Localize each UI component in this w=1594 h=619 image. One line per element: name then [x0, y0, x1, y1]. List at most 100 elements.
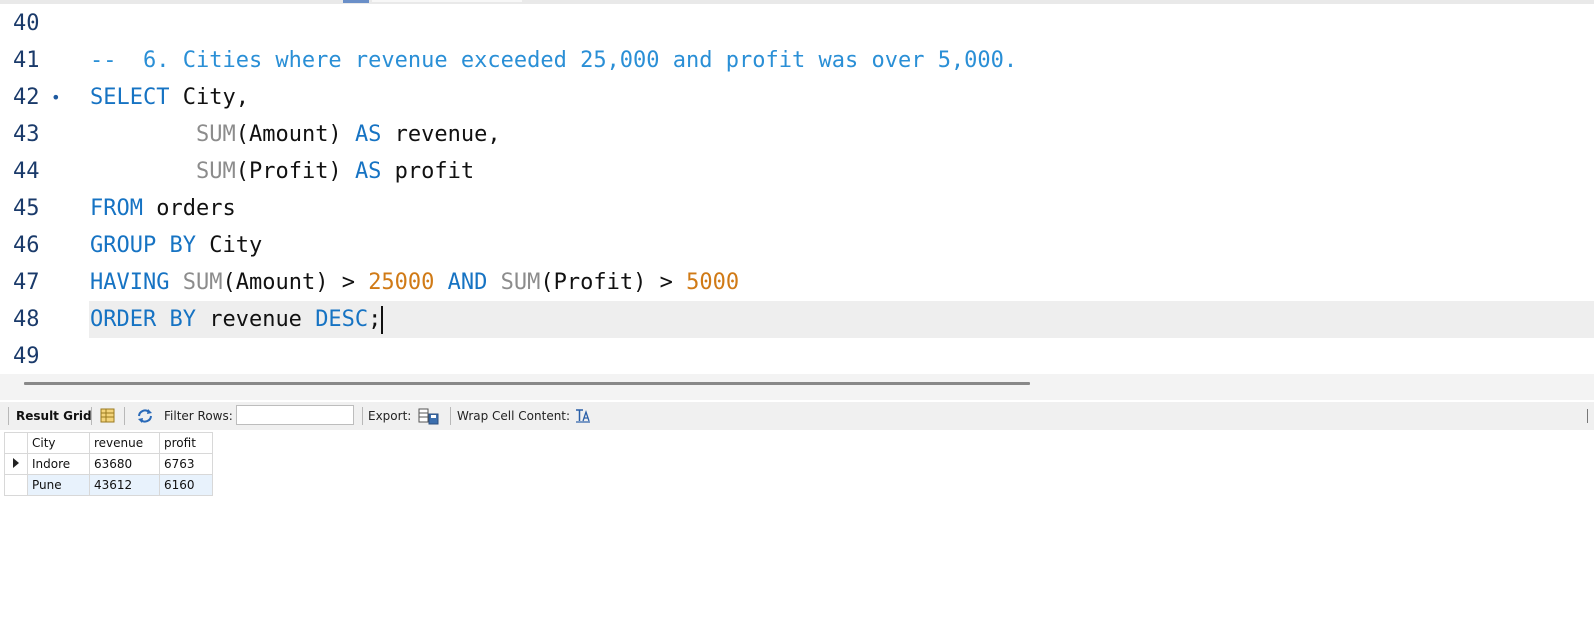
code-token: GROUP BY	[90, 233, 196, 258]
export-icon[interactable]	[418, 408, 439, 425]
code-token: SELECT	[90, 85, 170, 110]
code-token: orders	[142, 196, 236, 221]
result-grid: City revenue profit Indore 63680 6763 Pu…	[4, 432, 213, 496]
code-token: revenue,	[381, 122, 501, 147]
filter-rows-label: Filter Rows:	[164, 409, 233, 423]
code-line[interactable]: 49	[0, 338, 1594, 375]
code-token: AND	[447, 270, 488, 295]
code-line[interactable]: 47 HAVING SUM(Amount) > 25000 AND SUM(Pro…	[0, 264, 1594, 301]
code-token: (Amount)	[235, 122, 355, 147]
toolbar-separator	[362, 407, 363, 425]
code-text[interactable]: SUM(Amount) AS revenue,	[90, 116, 501, 153]
text-cursor	[381, 306, 384, 334]
column-header-city[interactable]: City	[27, 432, 90, 454]
scrollbar-thumb[interactable]	[24, 382, 1030, 385]
sql-editor[interactable]: 40 41 -- 6. Cities where revenue exceeded …	[0, 4, 1594, 378]
column-header-profit[interactable]: profit	[159, 432, 213, 454]
code-token: ORDER BY	[90, 307, 196, 332]
code-token: profit	[381, 159, 475, 184]
code-line[interactable]: 48 ORDER BY revenue DESC;	[0, 301, 1594, 338]
grid-cell[interactable]: Pune	[27, 474, 90, 496]
code-line[interactable]: 43 SUM(Amount) AS revenue,	[0, 116, 1594, 153]
code-token: City,	[169, 85, 249, 110]
code-token: City	[195, 233, 263, 258]
toolbar-separator	[8, 407, 9, 425]
grid-header-row: City revenue profit	[4, 432, 213, 454]
line-number: 48	[13, 307, 40, 332]
line-number: 42	[13, 85, 40, 110]
code-token: (Amount) >	[222, 270, 369, 295]
code-line[interactable]: 44 SUM(Profit) AS profit	[0, 153, 1594, 190]
code-token: SUM	[195, 159, 236, 184]
line-number: 46	[13, 233, 40, 258]
code-token: 25000	[368, 270, 435, 295]
wrap-cell-content-label: Wrap Cell Content:	[457, 409, 571, 423]
line-number: 43	[13, 122, 40, 147]
grid-cell[interactable]: 6763	[159, 453, 213, 475]
code-text[interactable]: SELECT City,	[90, 79, 249, 116]
line-number: 49	[13, 344, 40, 369]
filter-rows-input[interactable]	[236, 405, 354, 425]
code-token: SUM	[500, 270, 541, 295]
toolbar-separator	[450, 407, 451, 425]
code-line[interactable]: 46 GROUP BY City	[0, 227, 1594, 264]
toolbar-separator	[124, 407, 125, 425]
code-token: -- 6. Cities where revenue exceeded 25,0…	[90, 48, 1018, 73]
code-text[interactable]: FROM orders	[90, 190, 236, 227]
code-text[interactable]: GROUP BY City	[90, 227, 262, 264]
current-row-arrow-icon	[13, 458, 19, 468]
code-token: DESC	[315, 307, 369, 332]
code-text[interactable]: -- 6. Cities where revenue exceeded 25,0…	[90, 42, 1017, 79]
code-text[interactable]: ORDER BY revenue DESC;	[90, 301, 384, 338]
editor-horizontal-scrollbar[interactable]	[0, 374, 1594, 400]
statement-marker-icon: •	[51, 88, 61, 107]
row-header[interactable]	[4, 474, 28, 496]
code-text[interactable]: HAVING SUM(Amount) > 25000 AND SUM(Profi…	[90, 264, 739, 301]
code-line[interactable]: 42 • SELECT City,	[0, 79, 1594, 116]
code-token: (Profit) >	[540, 270, 687, 295]
code-token: AS	[354, 122, 382, 147]
code-line[interactable]: 45 FROM orders	[0, 190, 1594, 227]
result-toolbar: Result Grid Filter Rows: Export: Wrap Ce	[0, 402, 1594, 430]
export-label: Export:	[368, 409, 412, 423]
table-row[interactable]: Pune 43612 6160	[4, 474, 213, 496]
code-line[interactable]: 41 -- 6. Cities where revenue exceeded 25…	[0, 42, 1594, 79]
code-line[interactable]: 40	[0, 5, 1594, 42]
code-token: AS	[354, 159, 382, 184]
grid-cell[interactable]: 63680	[89, 453, 160, 475]
toolbar-separator	[91, 407, 92, 425]
grid-cell[interactable]: Indore	[27, 453, 90, 475]
line-number: 47	[13, 270, 40, 295]
tab-area	[372, 0, 522, 2]
code-token: 5000	[686, 270, 740, 295]
code-token: (Profit)	[235, 159, 355, 184]
line-number: 45	[13, 196, 40, 221]
grid-cell[interactable]: 6160	[159, 474, 213, 496]
row-header[interactable]	[4, 453, 28, 475]
grid-view-icon[interactable]	[100, 408, 116, 424]
wrap-cell-icon[interactable]	[575, 408, 591, 424]
line-number: 41	[13, 48, 40, 73]
code-token: FROM	[90, 196, 143, 221]
refresh-icon[interactable]	[136, 408, 152, 424]
code-token: SUM	[195, 122, 236, 147]
code-token: ;	[368, 307, 382, 332]
code-token: HAVING	[90, 270, 170, 295]
row-header-corner	[4, 432, 28, 454]
code-token: SUM	[182, 270, 223, 295]
panel-toggle[interactable]	[1587, 409, 1594, 423]
code-token: revenue	[195, 307, 316, 332]
column-header-revenue[interactable]: revenue	[89, 432, 160, 454]
code-text[interactable]: SUM(Profit) AS profit	[90, 153, 474, 190]
line-number: 40	[13, 11, 40, 36]
table-row[interactable]: Indore 63680 6763	[4, 453, 213, 475]
line-number: 44	[13, 159, 40, 184]
result-grid-tab[interactable]: Result Grid	[16, 402, 92, 430]
tab-indicator[interactable]	[343, 0, 369, 3]
grid-cell[interactable]: 43612	[89, 474, 160, 496]
